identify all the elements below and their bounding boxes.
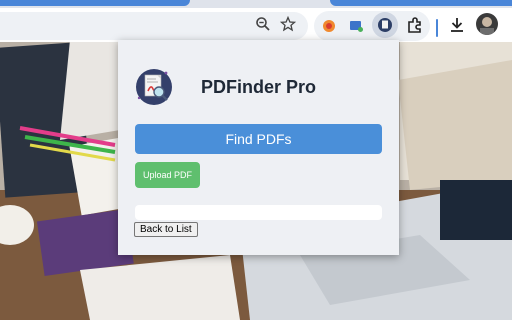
- pdfinder-extension-icon[interactable]: [372, 12, 398, 38]
- extension-screen-icon[interactable]: [345, 15, 367, 37]
- extension-popup: PDFinder Pro Find PDFs Upload PDF Back t…: [118, 40, 399, 255]
- popup-title: PDFinder Pro: [201, 77, 317, 97]
- toolbar-divider: [436, 19, 438, 37]
- progress-bar: [135, 205, 382, 220]
- download-icon[interactable]: [446, 14, 468, 36]
- tab-strip: [0, 0, 512, 8]
- upload-pdf-button[interactable]: Upload PDF: [135, 162, 200, 188]
- back-to-list-button[interactable]: Back to List: [134, 222, 198, 237]
- puzzle-icon[interactable]: [404, 14, 426, 36]
- tab-right[interactable]: [330, 0, 512, 6]
- browser-toolbar: [0, 8, 512, 42]
- avatar[interactable]: [476, 13, 498, 35]
- bookmark-star-icon[interactable]: [277, 13, 299, 35]
- zoom-out-icon[interactable]: [252, 13, 274, 35]
- pdfinder-logo-icon: [134, 67, 174, 107]
- find-pdfs-button[interactable]: Find PDFs: [135, 124, 382, 154]
- tab-left[interactable]: [0, 0, 190, 6]
- extension-orange-icon[interactable]: [318, 15, 340, 37]
